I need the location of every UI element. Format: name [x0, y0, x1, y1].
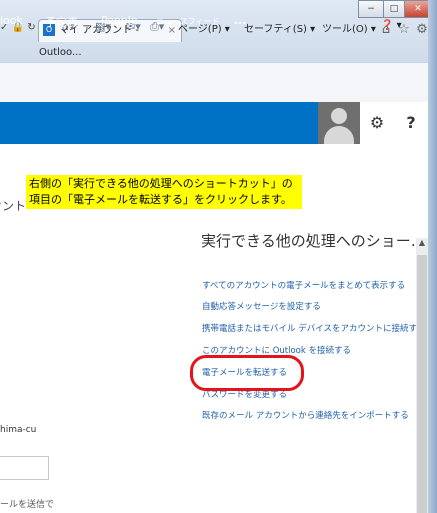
instruction-line-1: 右側の「実行できる他の処理へのショートカット」の	[29, 177, 293, 190]
send-mail-fragment: ールを送信で	[0, 500, 55, 510]
nav-mail[interactable]: look	[0, 14, 23, 27]
input-field-fragment[interactable]	[0, 456, 49, 480]
nav-newsfeed[interactable]: ニュースフィード	[156, 16, 219, 27]
minimize-button[interactable]: −	[358, 0, 384, 18]
nav-people[interactable]: People	[101, 14, 138, 27]
nav-more[interactable]: ...	[234, 14, 247, 27]
help-icon[interactable]: ?	[394, 102, 428, 144]
highlight-circle	[190, 355, 304, 391]
maximize-button[interactable]: □	[383, 0, 405, 18]
safety-menu[interactable]: セーフティ(S) ▾	[244, 20, 315, 35]
scroll-up-arrow-icon[interactable]: ▲	[416, 238, 428, 252]
avatar-body-icon	[324, 126, 354, 144]
help-menu[interactable]: ❓ ▾	[381, 20, 402, 31]
shortcuts-panel-title: 実行できる他の処理へのショー…	[201, 232, 426, 250]
instruction-line-2: 項目の「電子メールを転送する」をクリックします。	[29, 193, 292, 206]
link-set-auto-reply[interactable]: 自動応答メッセージを設定する	[202, 300, 321, 312]
window-frame-edge	[428, 0, 437, 513]
account-heading-fragment: アカウント	[0, 199, 26, 213]
tools-menu[interactable]: ツール(O) ▾	[322, 20, 376, 35]
settings-gear-icon[interactable]: ⚙	[360, 102, 394, 144]
avatar-head-icon	[331, 108, 347, 124]
avatar[interactable]	[318, 102, 360, 144]
link-connect-mobile-device[interactable]: 携帯電話またはモバイル デバイスをアカウントに接続する	[202, 322, 425, 334]
nav-calendar[interactable]: 予定表	[45, 14, 78, 30]
scrollbar-thumb[interactable]	[417, 255, 427, 513]
user-id-fragment: hima-cu	[0, 425, 37, 435]
link-view-all-accounts-mail[interactable]: すべてのアカウントの電子メールをまとめて表示する	[202, 279, 405, 291]
command-bar	[0, 62, 437, 103]
link-import-contacts[interactable]: 既存のメール アカウントから連絡先をインポートする	[202, 409, 409, 421]
instruction-note: 右側の「実行できる他の処理へのショートカット」の 項目の「電子メールを転送する」…	[26, 175, 302, 209]
